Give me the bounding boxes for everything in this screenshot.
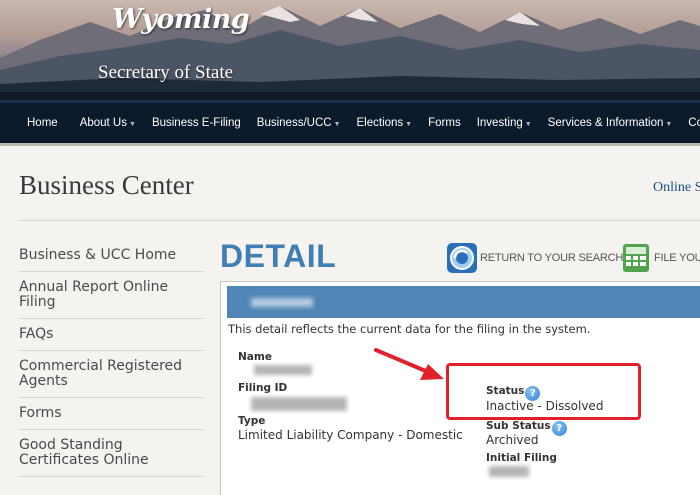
chevron-down-icon: ▼ [129, 120, 136, 128]
chevron-down-icon: ▼ [524, 120, 532, 128]
detail-heading: DETAIL [220, 238, 337, 274]
nav-item-forms[interactable]: Forms [420, 117, 469, 129]
nav-item-contact[interactable]: Contac [680, 117, 700, 129]
redacted-filing-id [251, 397, 347, 411]
name-label: Name [238, 351, 272, 363]
return-search-icon [447, 243, 477, 273]
nav-item-services-information[interactable]: Services & Information ▼ [540, 117, 681, 129]
chevron-down-icon: ▼ [665, 120, 673, 128]
sidebar-item-faqs[interactable]: FAQs [19, 319, 204, 351]
sidebar-item-annual-report[interactable]: Annual Report Online Filing [19, 272, 204, 319]
return-to-search-button[interactable]: RETURN TO YOUR SEARCH [446, 242, 623, 274]
wyoming-logo[interactable]: Wyoming [112, 4, 250, 48]
sidebar-item-registered-agents[interactable]: Commercial Registered Agents [19, 351, 204, 398]
online-services-link[interactable]: Online S [653, 180, 700, 196]
sidebar-item-good-standing[interactable]: Good Standing Certificates Online [19, 430, 204, 477]
nav-item-home[interactable]: Home [0, 117, 72, 129]
mountain-backdrop [0, 6, 700, 100]
nav-item-business-ucc[interactable]: Business/UCC ▼ [249, 117, 349, 129]
nav-item-elections[interactable]: Elections ▼ [349, 117, 421, 129]
panel-title-bar [227, 286, 700, 318]
sub-status-value: Archived [486, 433, 539, 447]
detail-description: This detail reflects the current data fo… [228, 322, 591, 336]
file-calculator-icon [623, 244, 649, 272]
main-nav: Home About Us ▼ Business E-Filing Busines… [0, 100, 700, 146]
file-label: FILE YOUR [654, 252, 700, 264]
nav-item-business-efiling[interactable]: Business E-Filing [144, 117, 249, 129]
filing-id-label: Filing ID [238, 382, 288, 394]
help-icon[interactable]: ? [551, 421, 567, 436]
nav-item-investing[interactable]: Investing ▼ [469, 117, 540, 129]
status-highlight-box [446, 363, 641, 420]
file-your-button[interactable]: FILE YOUR [620, 242, 700, 274]
logo-subtitle[interactable]: Secretary of State [98, 62, 233, 84]
redacted-initial-filing [489, 466, 529, 477]
nav-item-about-us[interactable]: About Us ▼ [72, 117, 144, 129]
sidebar-item-business-ucc-home[interactable]: Business & UCC Home [19, 240, 204, 272]
annotation-arrow-icon [374, 348, 444, 380]
chevron-down-icon: ▼ [333, 120, 341, 128]
sidebar: Business & UCC Home Annual Report Online… [19, 240, 204, 477]
chevron-down-icon: ▼ [405, 120, 413, 128]
redacted-name-value [254, 365, 312, 375]
type-value: Limited Liability Company - Domestic [238, 428, 463, 442]
page-title: Business Center [19, 170, 194, 200]
type-label: Type [238, 415, 266, 427]
redacted-entity-name [251, 298, 313, 307]
return-label: RETURN TO YOUR SEARCH [480, 252, 624, 264]
divider [19, 220, 700, 221]
header-banner: Wyoming Secretary of State [0, 0, 700, 100]
initial-filing-label: Initial Filing [486, 452, 557, 464]
sidebar-item-forms[interactable]: Forms [19, 398, 204, 430]
